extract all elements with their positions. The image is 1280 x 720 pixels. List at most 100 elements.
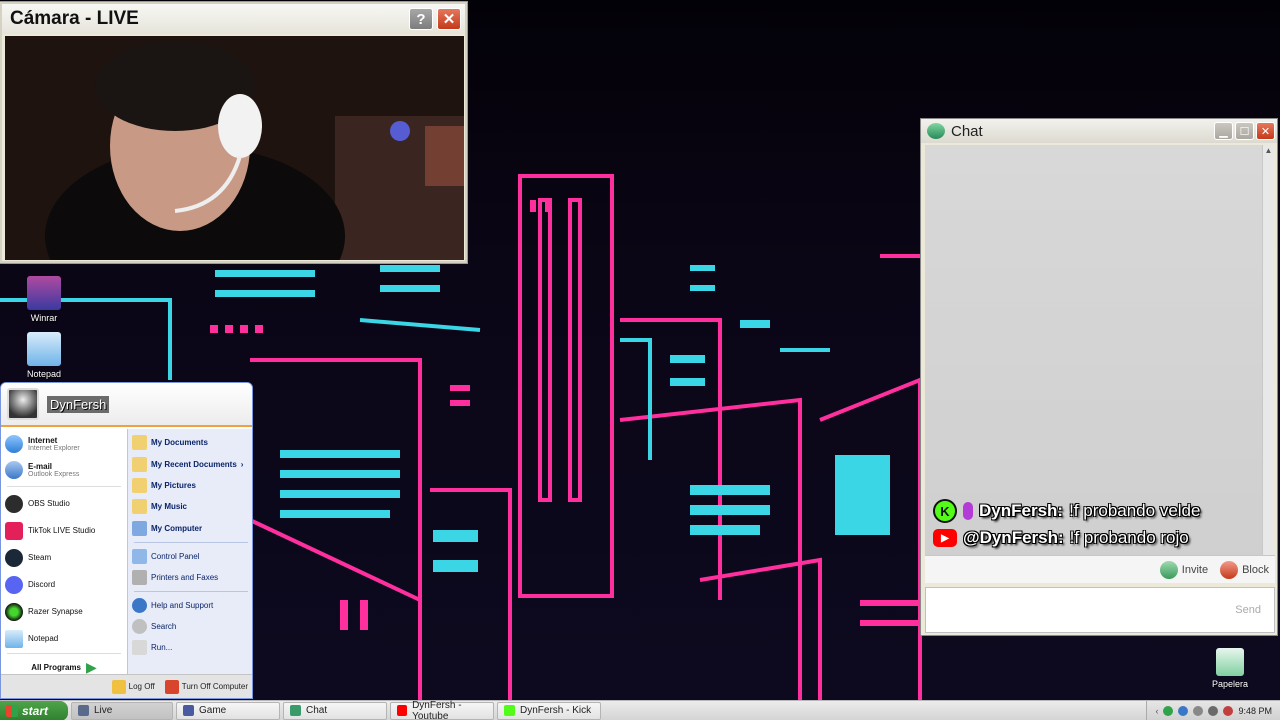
tray-expand-icon[interactable]: ‹	[1155, 706, 1158, 716]
clock[interactable]: 9:48 PM	[1238, 706, 1272, 716]
start-item-notepad[interactable]: Notepad	[1, 625, 127, 652]
camera-window-titlebar[interactable]: Cámara - LIVE ? ✕	[2, 4, 465, 34]
kick-icon: K	[933, 499, 957, 523]
invite-icon	[1159, 560, 1178, 579]
help-icon	[132, 598, 147, 613]
start-label: start	[22, 703, 49, 718]
chat-scrollbar[interactable]: ▲ ▼	[1262, 145, 1274, 571]
start-item-search[interactable]: Search	[128, 616, 252, 637]
network-icon[interactable]	[1178, 705, 1189, 716]
chat-message-text: !f probando rojo	[1069, 528, 1189, 547]
tray-app-icon[interactable]	[1223, 705, 1234, 716]
start-menu: DynFersh Internet Internet Explorer E-mai…	[0, 382, 253, 699]
folder-icon	[132, 456, 147, 472]
start-menu-programs: Internet Internet Explorer E-mail Outlook …	[1, 429, 127, 676]
start-item-control-panel[interactable]: Control Panel	[128, 546, 252, 567]
start-item-my-documents[interactable]: My Documents	[128, 431, 252, 453]
run-icon	[132, 640, 147, 655]
security-icon[interactable]	[1163, 705, 1174, 716]
chat-toolbar: Invite Block	[925, 555, 1275, 583]
notepad-icon	[5, 629, 23, 648]
invite-button[interactable]: Invite	[1159, 560, 1209, 579]
control-panel-icon	[132, 549, 147, 564]
invite-label: Invite	[1181, 563, 1209, 576]
avatar[interactable]	[7, 388, 39, 420]
chat-input[interactable]	[925, 587, 1275, 633]
kick-icon	[504, 705, 515, 716]
chat-window[interactable]: Chat ▁ ☐ ✕ K DynFersh: !f probando velde…	[920, 118, 1278, 636]
start-item-label: Printers and Faxes	[151, 573, 219, 582]
start-item-label: Help and Support	[151, 601, 214, 610]
log-off-icon	[111, 679, 126, 694]
chat-window-titlebar[interactable]: Chat ▁ ☐ ✕	[921, 119, 1277, 143]
desktop-icon-winrar[interactable]: Winrar	[12, 276, 76, 323]
taskbar-item-game[interactable]: Game	[176, 701, 280, 720]
send-button[interactable]: Send	[1235, 604, 1261, 616]
taskbar-item-label: Live	[94, 705, 113, 716]
scroll-up-icon[interactable]: ▲	[1263, 145, 1274, 157]
start-button[interactable]: start	[0, 700, 68, 720]
taskbar-item-chat[interactable]: Chat	[283, 701, 387, 720]
start-item-my-computer[interactable]: My Computer	[128, 517, 252, 539]
camera-window[interactable]: Cámara - LIVE ? ✕	[0, 2, 467, 263]
divider	[7, 653, 121, 654]
start-item-run[interactable]: Run...	[128, 637, 252, 658]
block-button[interactable]: Block	[1220, 560, 1269, 579]
start-item-my-pictures[interactable]: My Pictures	[128, 475, 252, 496]
messenger-icon	[927, 123, 945, 139]
start-item-title: Internet	[28, 436, 58, 445]
desktop-icon-label: Notepad	[26, 369, 62, 379]
submenu-arrow-icon: ›	[240, 459, 244, 469]
start-item-discord[interactable]: Discord	[1, 571, 127, 598]
start-item-help[interactable]: Help and Support	[128, 595, 252, 616]
taskbar-item-kick[interactable]: DynFersh - Kick	[497, 701, 601, 720]
game-icon	[183, 705, 194, 716]
winrar-icon	[27, 276, 61, 310]
turn-off-button[interactable]: Turn Off Computer	[164, 679, 248, 694]
start-item-label: Discord	[28, 580, 56, 589]
divider	[134, 591, 248, 592]
obs-icon	[5, 494, 23, 513]
start-menu-places: My Documents My Recent Documents › My Pi…	[127, 429, 252, 676]
taskbar-item-label: Chat	[306, 705, 328, 716]
divider	[7, 486, 121, 487]
start-item-obs[interactable]: OBS Studio	[1, 490, 127, 517]
printer-icon	[132, 570, 147, 585]
desktop-icon-label: Papelera	[1211, 679, 1249, 689]
start-item-recent-documents[interactable]: My Recent Documents ›	[128, 453, 252, 475]
tiktok-icon	[5, 521, 23, 540]
start-item-title: E-mail	[28, 462, 53, 471]
taskbar-item-youtube[interactable]: DynFersh - Youtube	[390, 700, 494, 720]
start-item-my-music[interactable]: My Music	[128, 496, 252, 517]
taskbar-item-live[interactable]: Live	[71, 701, 173, 720]
close-button[interactable]: ✕	[437, 8, 461, 30]
desktop-icon-recycle-bin[interactable]: Papelera	[1198, 648, 1262, 689]
start-item-email[interactable]: E-mail Outlook Express	[1, 457, 127, 483]
help-button[interactable]: ?	[409, 8, 433, 30]
start-item-printers[interactable]: Printers and Faxes	[128, 567, 252, 588]
start-item-label: My Documents	[151, 437, 208, 447]
start-item-label: Run...	[151, 643, 173, 652]
volume-icon[interactable]	[1193, 705, 1204, 716]
power-icon	[164, 679, 179, 694]
close-button[interactable]: ✕	[1256, 122, 1275, 140]
search-icon	[132, 619, 147, 634]
log-off-button[interactable]: Log Off	[111, 679, 155, 694]
desktop-icon-label: Winrar	[30, 313, 58, 323]
folder-icon	[132, 478, 147, 493]
all-programs-label: All Programs	[31, 662, 81, 672]
maximize-button[interactable]: ☐	[1235, 122, 1254, 140]
usb-icon[interactable]	[1208, 705, 1219, 716]
minimize-button[interactable]: ▁	[1214, 122, 1233, 140]
green-arrow-icon: ▶	[86, 658, 97, 675]
chat-message-user: DynFersh:	[979, 501, 1064, 520]
desktop-icon-notepad[interactable]: Notepad	[12, 332, 76, 379]
start-item-internet[interactable]: Internet Internet Explorer	[1, 431, 127, 457]
start-item-steam[interactable]: Steam	[1, 544, 127, 571]
youtube-icon	[397, 705, 408, 716]
start-item-tiktok[interactable]: TikTok LIVE Studio	[1, 517, 127, 544]
start-item-label: Steam	[28, 553, 52, 562]
start-item-razer[interactable]: Razer Synapse	[1, 598, 127, 625]
discord-icon	[5, 575, 23, 594]
chat-message: K DynFersh: !f probando velde	[933, 499, 1200, 523]
